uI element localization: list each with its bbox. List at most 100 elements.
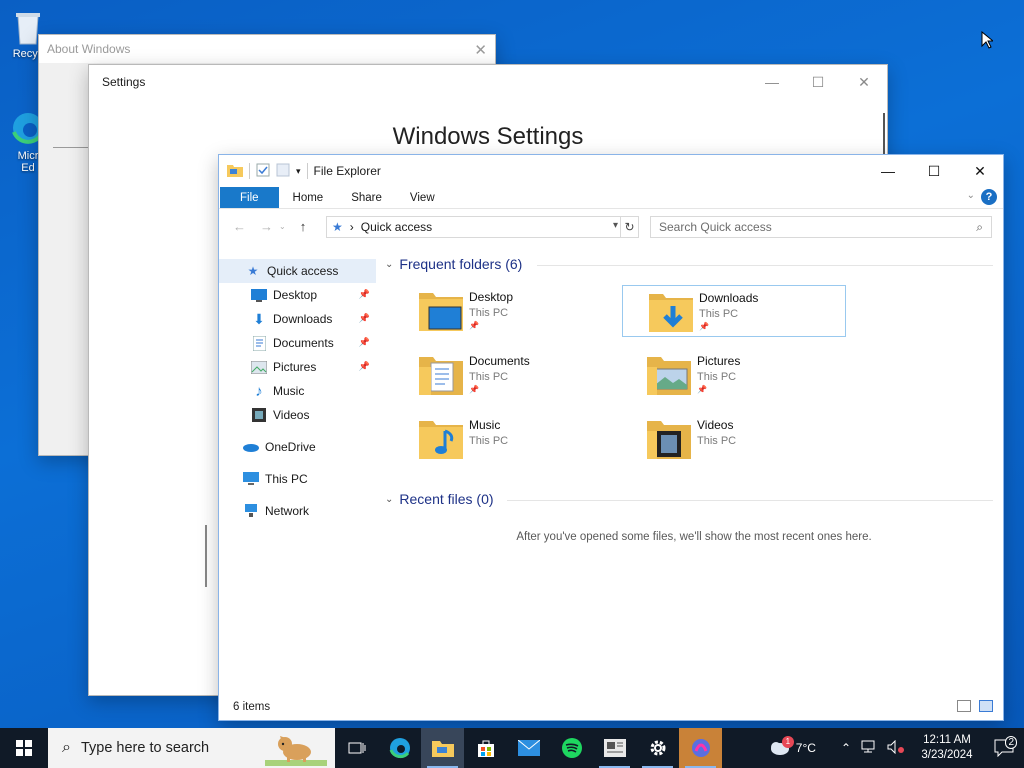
- sidebar-item-desktop[interactable]: Desktop 📌: [219, 283, 376, 307]
- folder-location: This PC: [469, 307, 509, 319]
- explorer-titlebar: ▾ File Explorer — ☐ ✕: [219, 155, 1003, 187]
- explorer-minimize-button[interactable]: —: [865, 155, 911, 187]
- sidebar-item-label: OneDrive: [265, 440, 316, 454]
- explorer-close-button[interactable]: ✕: [957, 155, 1003, 187]
- sidebar-item-onedrive[interactable]: OneDrive: [219, 435, 376, 459]
- large-icons-view-icon[interactable]: [979, 700, 993, 712]
- tab-share[interactable]: Share: [337, 187, 396, 208]
- chevron-up-icon[interactable]: ⌃: [841, 741, 851, 755]
- forward-arrow-icon[interactable]: →: [260, 219, 273, 234]
- address-bar[interactable]: ★ › Quick access ▾ ↻: [326, 216, 639, 238]
- folder-location: This PC: [469, 371, 509, 383]
- pin-icon: 📌: [358, 361, 370, 371]
- volume-muted-icon[interactable]: [887, 739, 905, 757]
- onedrive-icon: [243, 439, 259, 455]
- search-placeholder: Search Quick access: [659, 220, 772, 234]
- new-folder-icon[interactable]: [276, 163, 290, 180]
- mail-taskbar-button[interactable]: [507, 728, 550, 768]
- folder-icon[interactable]: [227, 163, 243, 180]
- folder-desktop-icon: [417, 287, 465, 335]
- sidebar-item-documents[interactable]: Documents 📌: [219, 331, 376, 355]
- pin-icon: 📌: [358, 313, 370, 323]
- folder-tile-videos[interactable]: Videos This PC: [645, 413, 869, 465]
- tab-view[interactable]: View: [396, 187, 449, 208]
- qat-dropdown-icon[interactable]: ▾: [296, 166, 301, 177]
- properties-icon[interactable]: [256, 163, 270, 180]
- settings-heading: Windows Settings: [392, 123, 584, 150]
- details-view-icon[interactable]: [957, 700, 971, 712]
- notification-count: 2: [1005, 736, 1017, 749]
- network-icon[interactable]: [861, 740, 877, 757]
- chevron-down-icon[interactable]: ▾: [613, 220, 618, 231]
- settings-close-button[interactable]: ✕: [841, 65, 887, 99]
- taskbar-search-input[interactable]: ⌕ Type here to search: [48, 728, 335, 768]
- sidebar-item-videos[interactable]: Videos: [219, 403, 376, 427]
- folder-downloads-icon: [647, 288, 695, 336]
- group-label: Recent files (0): [399, 491, 494, 507]
- folder-music-icon: [417, 415, 465, 463]
- folder-name: Downloads: [699, 291, 759, 305]
- desktop-icon-label: Micr Ed: [17, 150, 39, 174]
- video-icon: [251, 407, 267, 423]
- pc-icon: [243, 471, 259, 487]
- settings-maximize-button[interactable]: ☐: [795, 65, 841, 99]
- sidebar-item-label: Music: [273, 384, 305, 398]
- clock-time: 12:11 AM: [923, 734, 971, 746]
- about-close-button[interactable]: ✕: [474, 41, 487, 59]
- weather-widget[interactable]: 1 7°C: [768, 735, 816, 758]
- folder-tile-downloads[interactable]: Downloads This PC 📌: [622, 285, 846, 337]
- pin-icon: 📌: [697, 385, 707, 394]
- copilot-taskbar-button[interactable]: [679, 728, 722, 768]
- store-taskbar-button[interactable]: [464, 728, 507, 768]
- recent-locations-icon[interactable]: ⌄: [279, 222, 286, 231]
- star-icon: ★: [332, 220, 343, 234]
- folder-documents-icon: [417, 351, 465, 399]
- sidebar-item-pictures[interactable]: Pictures 📌: [219, 355, 376, 379]
- search-highlight-dog-icon: [265, 730, 327, 768]
- search-input[interactable]: Search Quick access ⌕: [650, 216, 992, 238]
- sidebar-item-music[interactable]: ♪ Music: [219, 379, 376, 403]
- recent-files-header[interactable]: ⌄ Recent files (0): [385, 491, 494, 507]
- navigation-pane: ★ Quick access Desktop 📌 ⬇ Downloads 📌 D…: [219, 259, 376, 697]
- help-button[interactable]: ?: [981, 189, 997, 205]
- sidebar-item-downloads[interactable]: ⬇ Downloads 📌: [219, 307, 376, 331]
- folder-tile-pictures[interactable]: Pictures This PC 📌: [645, 349, 869, 401]
- tab-file[interactable]: File: [220, 187, 279, 208]
- sidebar-item-network[interactable]: Network: [219, 499, 376, 523]
- download-icon: ⬇: [253, 310, 265, 327]
- folder-tile-music[interactable]: Music This PC: [417, 413, 641, 465]
- refresh-icon[interactable]: ↻: [620, 217, 638, 237]
- frequent-folders-header[interactable]: ⌄ Frequent folders (6): [385, 256, 522, 272]
- folder-location: This PC: [697, 435, 737, 447]
- explorer-maximize-button[interactable]: ☐: [911, 155, 957, 187]
- item-count: 6 items: [233, 701, 271, 713]
- up-arrow-icon[interactable]: ↑: [300, 219, 307, 234]
- settings-minimize-button[interactable]: —: [749, 65, 795, 99]
- folder-tile-documents[interactable]: Documents This PC 📌: [417, 349, 641, 401]
- tab-home[interactable]: Home: [279, 187, 338, 208]
- chevron-down-icon: ⌄: [385, 258, 394, 270]
- folder-tile-desktop[interactable]: Desktop This PC 📌: [417, 285, 641, 337]
- qat-separator: [306, 163, 308, 179]
- folder-location: This PC: [469, 435, 509, 447]
- sidebar-item-quick-access[interactable]: ★ Quick access: [219, 259, 376, 283]
- spotify-taskbar-button[interactable]: [550, 728, 593, 768]
- settings-taskbar-button[interactable]: [636, 728, 679, 768]
- news-taskbar-button[interactable]: [593, 728, 636, 768]
- back-arrow-icon[interactable]: ←: [233, 219, 246, 234]
- notification-center-button[interactable]: 2: [984, 736, 1024, 757]
- weather-badge: 1: [781, 735, 794, 748]
- about-divider: [53, 147, 89, 148]
- picture-icon: [251, 359, 267, 375]
- start-button[interactable]: [0, 728, 48, 768]
- expand-ribbon-icon[interactable]: ⌄: [967, 190, 975, 201]
- group-label: Frequent folders (6): [399, 256, 523, 272]
- settings-divider: [205, 525, 207, 587]
- edge-taskbar-button[interactable]: [378, 728, 421, 768]
- taskbar: ⌕ Type here to search 1 7°C ⌃ 12:11 AM 3…: [0, 728, 1024, 768]
- file-explorer-taskbar-button[interactable]: [421, 728, 464, 768]
- folder-name: Music: [469, 418, 501, 432]
- clock[interactable]: 12:11 AM 3/23/2024: [910, 733, 984, 763]
- task-view-button[interactable]: [335, 728, 378, 768]
- sidebar-item-this-pc[interactable]: This PC: [219, 467, 376, 491]
